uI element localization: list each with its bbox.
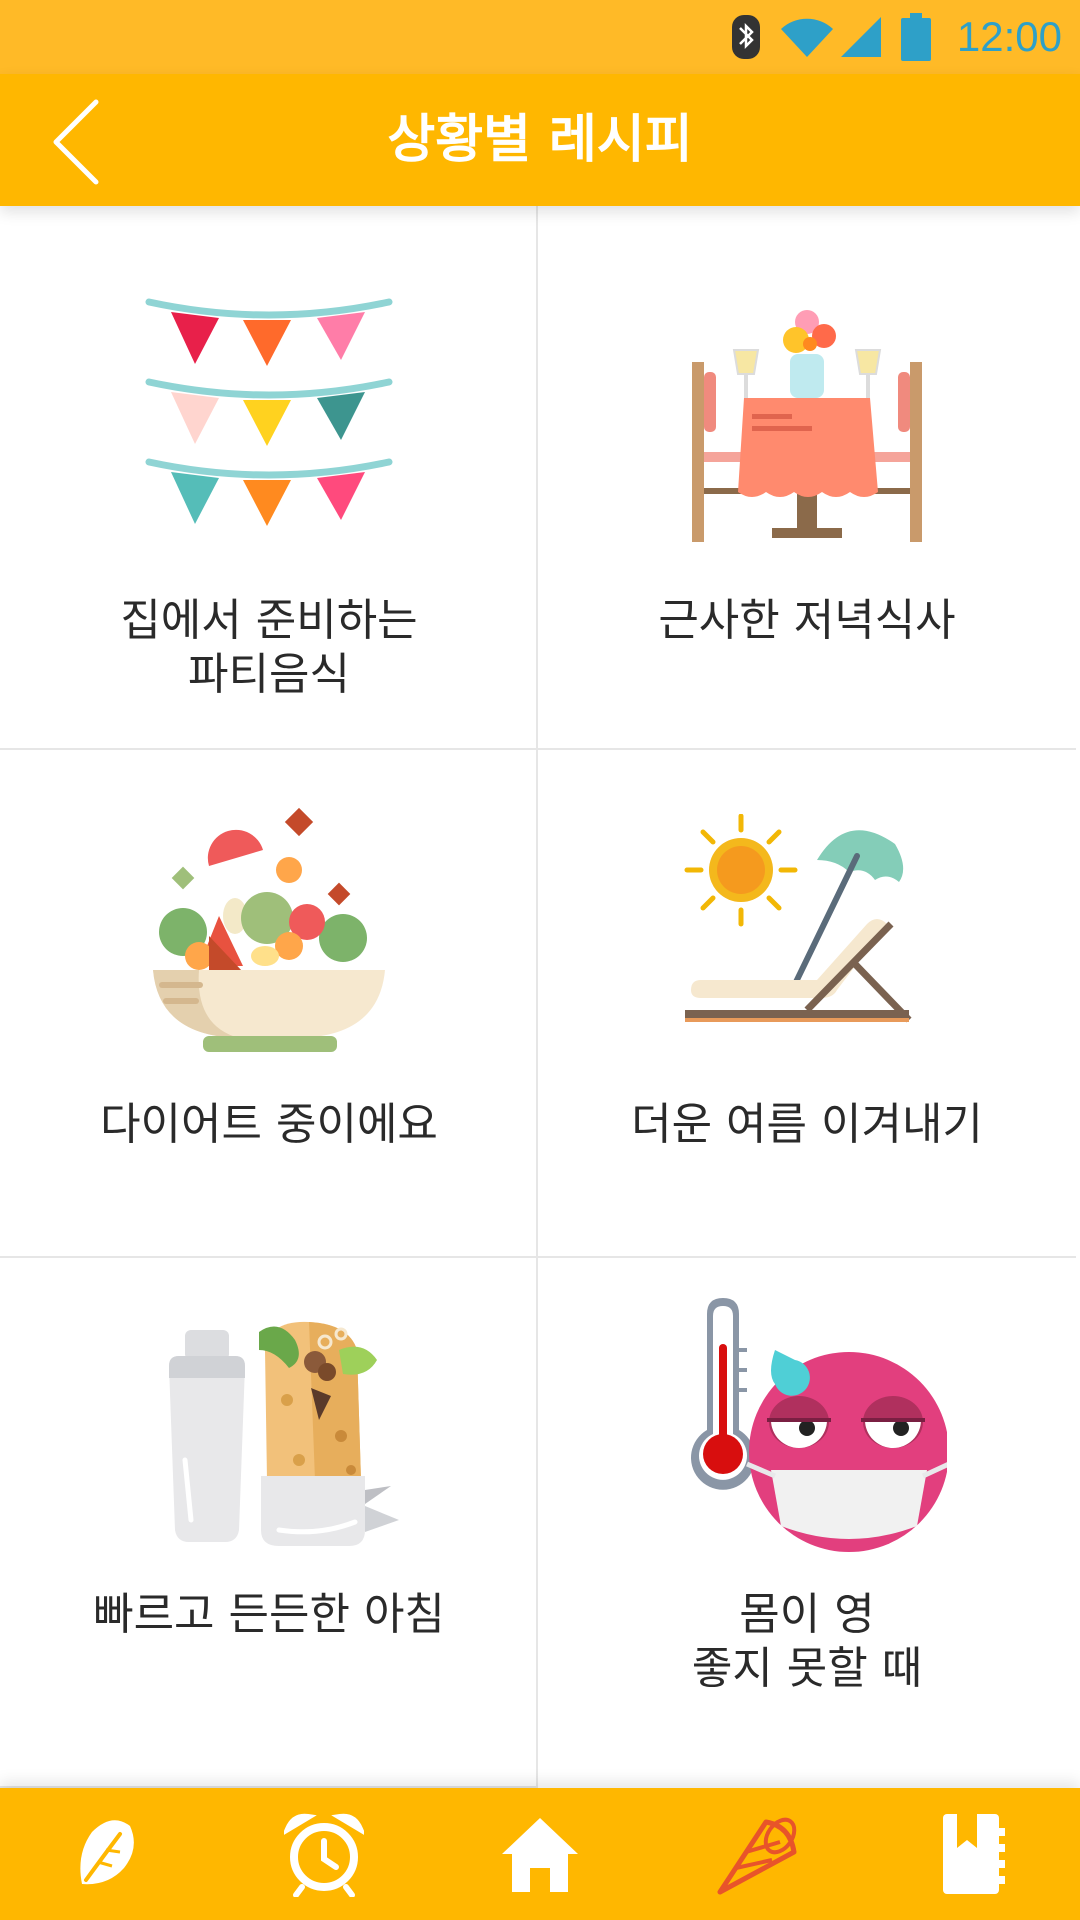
party-horn-icon [717, 1817, 797, 1895]
category-label: 근사한 저녁식사 [658, 595, 956, 646]
sick-face-icon [538, 1294, 1076, 1564]
status-time: 12:00 [956, 13, 1062, 60]
category-label: 더운 여름 이겨내기 [631, 1099, 983, 1150]
bluetooth-icon [731, 14, 761, 60]
category-label: 몸이 영 좋지 못할 때 [691, 1589, 923, 1694]
party-bunting-icon [0, 288, 538, 548]
category-label: 빠르고 든든한 아침 [93, 1589, 445, 1640]
category-party-food[interactable]: 집에서 준비하는 파티음식 [0, 206, 538, 750]
nav-recipe-book[interactable] [912, 1799, 1032, 1909]
signal-icon [839, 15, 883, 59]
app-bar: 상황별 레시피 [0, 74, 1080, 206]
shaker-wrap-icon [0, 1310, 538, 1560]
nav-situational-recipes[interactable] [696, 1799, 816, 1909]
leaf-icon [80, 1820, 134, 1885]
bottom-nav [0, 1788, 1080, 1920]
category-grid: 집에서 준비하는 파티음식 근사한 저녁식사 다이어트 중이에요 더운 여름 이… [0, 206, 1080, 1788]
category-feeling-sick[interactable]: 몸이 영 좋지 못할 때 [538, 1258, 1076, 1788]
chevron-left-icon [53, 99, 99, 185]
nav-ingredients[interactable] [48, 1799, 168, 1909]
nav-home[interactable] [480, 1799, 600, 1909]
alarm-clock-icon [284, 1813, 364, 1897]
battery-icon [900, 13, 931, 61]
status-bar: 12:00 [0, 0, 1080, 74]
category-beat-summer-heat[interactable]: 더운 여름 이겨내기 [538, 750, 1076, 1258]
salad-bowl-icon [0, 806, 538, 1076]
back-button[interactable] [44, 96, 134, 186]
category-label: 다이어트 중이에요 [100, 1099, 438, 1150]
category-fancy-dinner[interactable]: 근사한 저녁식사 [538, 206, 1076, 750]
home-icon [502, 1818, 578, 1892]
beach-chair-icon [538, 814, 1076, 1064]
wifi-icon [779, 15, 835, 59]
dinner-table-icon [538, 302, 1076, 552]
notebook-icon [943, 1814, 1005, 1894]
page-title: 상황별 레시피 [387, 110, 693, 170]
category-diet[interactable]: 다이어트 중이에요 [0, 750, 538, 1258]
nav-timer[interactable] [264, 1799, 384, 1909]
category-quick-breakfast[interactable]: 빠르고 든든한 아침 [0, 1258, 538, 1788]
category-label: 집에서 준비하는 파티음식 [120, 595, 418, 700]
